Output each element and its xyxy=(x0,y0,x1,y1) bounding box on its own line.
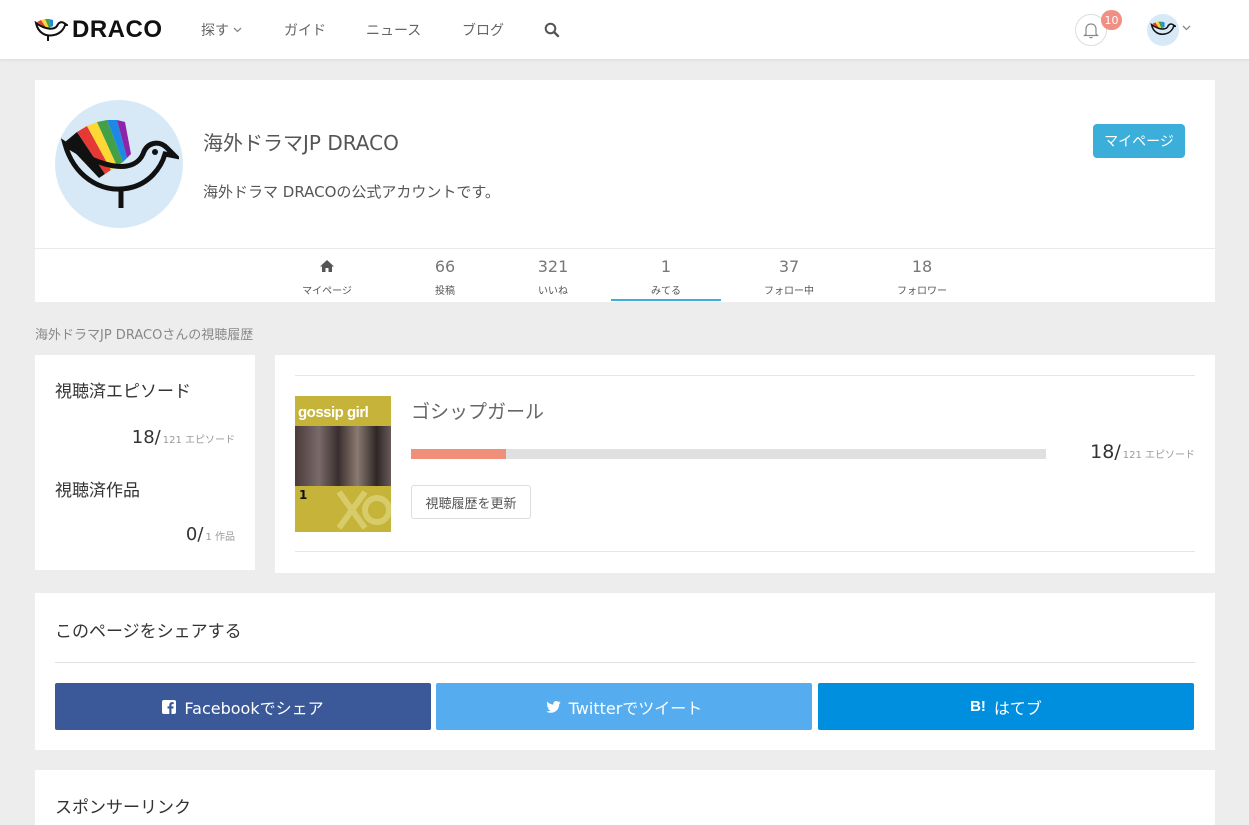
search-icon[interactable] xyxy=(544,22,560,38)
works-count: 0/ 1 作品 xyxy=(186,524,235,545)
user-avatar[interactable] xyxy=(1147,14,1179,46)
update-history-button[interactable]: 視聴履歴を更新 xyxy=(411,485,531,519)
home-icon xyxy=(320,260,334,272)
hatena-bookmark-button[interactable]: B! はてブ xyxy=(818,683,1194,730)
divider xyxy=(55,662,1195,663)
stat-value xyxy=(272,256,382,276)
logo-text: DRACO xyxy=(72,16,163,43)
poster-decoration-icon xyxy=(336,490,391,530)
notification-badge: 10 xyxy=(1101,10,1122,30)
works-total: 1 作品 xyxy=(205,532,235,543)
watch-progress-fill xyxy=(411,449,506,459)
divider xyxy=(35,248,1215,249)
nav-guide-label: ガイド xyxy=(284,23,326,39)
facebook-share-button[interactable]: Facebookでシェア xyxy=(55,683,431,730)
bell-icon xyxy=(1083,22,1099,38)
tab-followers[interactable]: 18 フォロワー xyxy=(867,256,977,298)
profile-avatar xyxy=(55,100,183,228)
drama-title[interactable]: ゴシップガール xyxy=(411,397,544,424)
poster-season: 1 xyxy=(299,488,308,502)
stat-value: 1 xyxy=(660,256,672,276)
episodes-value: 18/ xyxy=(131,427,161,448)
watch-summary-card: 視聴済エピソード 18/ 121 エピソード 視聴済作品 0/ 1 作品 xyxy=(35,355,255,570)
stat-label: 投稿 xyxy=(435,286,455,297)
history-caption: 海外ドラマJP DRACOさんの視聴履歴 xyxy=(35,328,254,343)
divider xyxy=(295,375,1195,376)
episodes-title: 視聴済エピソード xyxy=(55,382,191,402)
profile-description: 海外ドラマ DRACOの公式アカウントです。 xyxy=(203,183,500,201)
chevron-down-icon xyxy=(233,27,242,33)
sponsor-title: スポンサーリンク xyxy=(55,798,191,818)
share-card: このページをシェアする Facebookでシェア Twitterでツイート B!… xyxy=(35,593,1215,750)
stat-label: マイページ xyxy=(302,286,352,297)
nav-blog[interactable]: ブログ xyxy=(462,20,504,40)
draco-logo[interactable]: DRACO xyxy=(34,14,163,46)
twitter-share-button[interactable]: Twitterでツイート xyxy=(436,683,812,730)
nav-explore[interactable]: 探す xyxy=(201,20,242,40)
nav-blog-label: ブログ xyxy=(462,23,504,39)
tab-following[interactable]: 37 フォロー中 xyxy=(734,256,844,298)
works-title: 視聴済作品 xyxy=(55,481,140,501)
divider xyxy=(295,551,1195,552)
nav-news[interactable]: ニュース xyxy=(366,20,421,40)
stat-label: いいね xyxy=(538,286,568,297)
facebook-icon xyxy=(162,699,177,714)
tab-mypage[interactable]: マイページ xyxy=(272,256,382,297)
active-tab-indicator xyxy=(611,299,721,301)
drama-episode-count: 18/ 121 エピソード xyxy=(1090,441,1195,463)
stat-label: みてる xyxy=(651,286,681,297)
watch-progress-bar xyxy=(411,449,1046,459)
works-value: 0/ xyxy=(185,524,204,545)
share-title: このページをシェアする xyxy=(55,622,242,642)
stat-value: 66 xyxy=(434,256,456,276)
sponsor-card: スポンサーリンク xyxy=(35,770,1215,825)
episodes-count: 18/ 121 エピソード xyxy=(132,427,235,448)
watching-card: gossip girl 1 ゴシップガール 18/ 121 エピソード 視聴履歴… xyxy=(275,355,1215,573)
facebook-share-label: Facebookでシェア xyxy=(184,698,324,718)
nav-guide[interactable]: ガイド xyxy=(284,20,326,40)
drama-episode-value: 18/ xyxy=(1090,441,1121,463)
poster-cast-photo xyxy=(295,426,391,486)
stat-label: フォロワー xyxy=(897,286,947,297)
drama-poster[interactable]: gossip girl 1 xyxy=(295,396,391,532)
stat-value: 321 xyxy=(537,256,569,276)
stat-value: 37 xyxy=(778,256,800,276)
hatena-bookmark-label: はてブ xyxy=(993,698,1042,718)
top-navbar: DRACO 探す ガイド ニュース ブログ 10 xyxy=(0,0,1249,60)
twitter-icon xyxy=(545,700,561,713)
chevron-down-icon[interactable] xyxy=(1182,25,1191,31)
tab-posts[interactable]: 66 投稿 xyxy=(390,256,500,298)
twitter-share-label: Twitterでツイート xyxy=(568,698,703,718)
drama-episode-total: 121 エピソード xyxy=(1122,450,1195,461)
profile-name: 海外ドラマJP DRACO xyxy=(203,131,399,155)
mypage-button[interactable]: マイページ xyxy=(1093,124,1185,158)
bird-avatar-icon xyxy=(60,120,179,208)
stat-label: フォロー中 xyxy=(764,286,814,297)
bird-avatar-icon xyxy=(1150,21,1176,35)
nav-news-label: ニュース xyxy=(366,23,422,39)
hatena-bookmark-icon: B! xyxy=(970,698,986,715)
poster-title: gossip girl xyxy=(298,404,369,421)
nav-explore-label: 探す xyxy=(201,23,229,39)
tab-likes[interactable]: 321 いいね xyxy=(498,256,608,298)
episodes-total: 121 エピソード xyxy=(162,435,235,446)
tab-watching[interactable]: 1 みてる xyxy=(611,256,721,298)
profile-card: 海外ドラマJP DRACO 海外ドラマ DRACOの公式アカウントです。 マイペ… xyxy=(35,80,1215,302)
bird-logo-icon xyxy=(34,19,68,41)
stat-value: 18 xyxy=(911,256,933,276)
